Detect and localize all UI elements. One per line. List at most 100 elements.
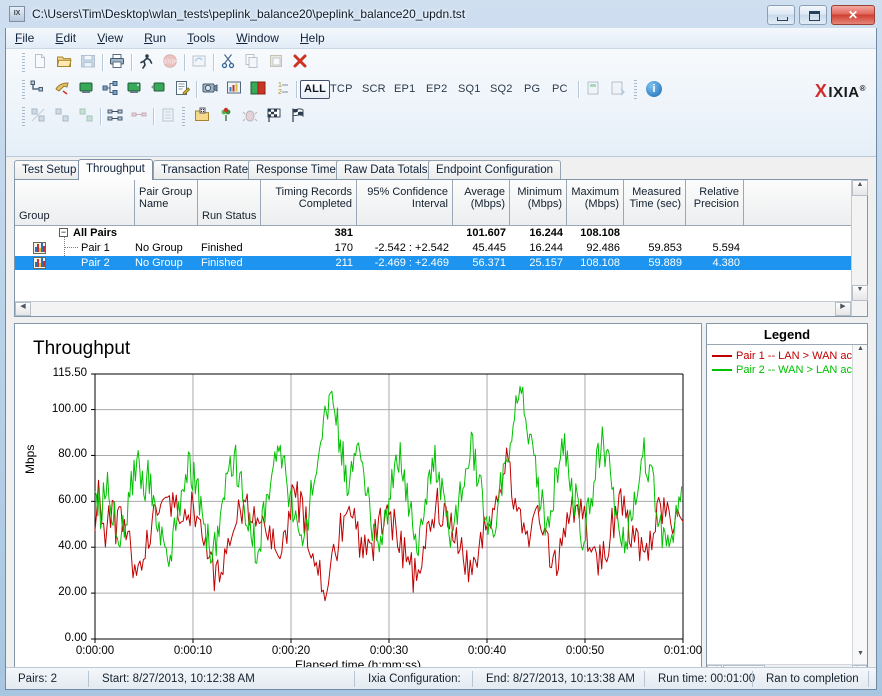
align-right-icon[interactable]: [76, 107, 96, 127]
grid-horizontal-scrollbar[interactable]: ◀ ▶: [15, 301, 851, 316]
maximize-button[interactable]: [798, 5, 827, 25]
print-icon[interactable]: [107, 53, 127, 73]
edit-script-icon[interactable]: [172, 80, 192, 100]
column-header-run-status[interactable]: Run Status: [198, 180, 261, 225]
column-header-group[interactable]: Group: [15, 180, 135, 225]
filter-sq1-button[interactable]: SQ1: [458, 81, 481, 98]
folder-run-icon[interactable]: [192, 107, 212, 127]
legend-vertical-scrollbar[interactable]: ▲ ▼: [852, 345, 867, 664]
toolbar-grip[interactable]: [22, 53, 25, 72]
distribute-v-icon[interactable]: [129, 107, 149, 127]
filter-scr-button[interactable]: SCR: [362, 81, 386, 98]
menu-tools[interactable]: Tools: [178, 28, 224, 49]
toolbar-separator: [213, 54, 215, 71]
monitor-icon[interactable]: [124, 80, 144, 100]
run-icon[interactable]: [136, 53, 156, 73]
menu-help[interactable]: Help: [291, 28, 334, 49]
legend-item-pair-2[interactable]: Pair 2 -- WAN > LAN acer: [712, 364, 862, 377]
endpoint-pair-icon[interactable]: [28, 80, 48, 100]
network-node-icon[interactable]: [100, 80, 120, 100]
legend-item-pair-1[interactable]: Pair 1 -- LAN > WAN acer: [712, 350, 862, 363]
copy-icon[interactable]: [242, 53, 262, 73]
console-icon[interactable]: [76, 80, 96, 100]
expand-collapse-toggle[interactable]: −: [59, 228, 68, 237]
tab-raw-data-totals[interactable]: Raw Data Totals: [336, 160, 436, 179]
table-row[interactable]: Pair 2 No Group Finished 211 -2.469 : +2…: [15, 256, 867, 270]
tab-transaction-rate[interactable]: Transaction Rate: [153, 160, 257, 179]
column-header-timing-records[interactable]: Timing Records Completed: [261, 180, 357, 225]
cut-icon[interactable]: [218, 53, 238, 73]
delete-icon[interactable]: [290, 53, 310, 73]
column-header-measured-time[interactable]: Measured Time (sec): [624, 180, 686, 225]
flag-icon[interactable]: [264, 107, 284, 127]
table-row[interactable]: − All Pairs 381 101.607 16.244 108.108: [15, 226, 867, 240]
align-left-icon[interactable]: [28, 107, 48, 127]
column-header-filler: [744, 180, 851, 225]
new-document-icon[interactable]: [30, 53, 50, 73]
list-icon[interactable]: [158, 107, 178, 127]
throughput-chart-panel: Throughput Mbps Elapsed time (h:mm:ss) 0…: [14, 323, 702, 681]
toolbar-grip[interactable]: [182, 107, 185, 126]
column-header-average[interactable]: Average (Mbps): [453, 180, 510, 225]
finish-flag-icon[interactable]: [288, 107, 308, 127]
minimize-button[interactable]: [766, 5, 795, 25]
scroll-up-button[interactable]: ▲: [852, 180, 868, 196]
filter-tcp-button[interactable]: TCP: [330, 81, 353, 98]
tab-endpoint-configuration[interactable]: Endpoint Configuration: [428, 160, 561, 179]
filter-sq2-button[interactable]: SQ2: [490, 81, 513, 98]
close-button[interactable]: ✕: [831, 5, 875, 25]
paste-icon[interactable]: [266, 53, 286, 73]
tab-response-time[interactable]: Response Time: [248, 160, 344, 179]
toolbar-grip[interactable]: [22, 107, 25, 126]
column-header-relative-precision[interactable]: Relative Precision: [686, 180, 744, 225]
filter-pg-button[interactable]: PG: [524, 81, 540, 98]
camera-icon[interactable]: [200, 80, 220, 100]
import-icon[interactable]: [608, 80, 628, 100]
menu-view[interactable]: View: [88, 28, 132, 49]
filter-ep1-button[interactable]: EP1: [394, 81, 415, 98]
numbering-icon[interactable]: 12: [272, 80, 292, 100]
column-header-maximum[interactable]: Maximum (Mbps): [567, 180, 624, 225]
toolbar-grip[interactable]: [22, 80, 25, 99]
menu-run[interactable]: Run: [135, 28, 175, 49]
open-folder-icon[interactable]: [54, 53, 74, 73]
bug-icon[interactable]: [240, 107, 260, 127]
info-icon[interactable]: i: [646, 81, 662, 97]
filter-pc-button[interactable]: PC: [552, 81, 568, 98]
tab-test-setup[interactable]: Test Setup: [14, 160, 85, 179]
table-row[interactable]: Pair 1 No Group Finished 170 -2.542 : +2…: [15, 241, 867, 255]
connect-icon[interactable]: [52, 80, 72, 100]
menu-window[interactable]: Window: [227, 28, 288, 49]
legend-scroll-up-button[interactable]: ▲: [853, 345, 868, 359]
monitor-alt-icon[interactable]: [148, 80, 168, 100]
align-center-icon[interactable]: [52, 107, 72, 127]
column-header-minimum[interactable]: Minimum (Mbps): [510, 180, 567, 225]
column-header-confidence-interval[interactable]: 95% Confidence Interval: [357, 180, 453, 225]
legend-scroll-down-button[interactable]: ▼: [853, 650, 868, 664]
pin-icon[interactable]: [216, 107, 236, 127]
cell-measured-time: 59.853: [648, 242, 682, 254]
cell-confidence-interval: -2.542 : +2.542: [374, 242, 449, 254]
tab-throughput[interactable]: Throughput: [78, 159, 153, 180]
toolbar-grip[interactable]: [634, 80, 637, 99]
refresh-icon[interactable]: [189, 53, 209, 73]
column-header-pair-group-name[interactable]: Pair Group Name: [135, 180, 198, 225]
save-icon[interactable]: [78, 53, 98, 73]
menu-edit[interactable]: Edit: [46, 28, 85, 49]
menu-file[interactable]: FFileile: [6, 28, 43, 49]
compare-icon[interactable]: [248, 80, 268, 100]
chart-icon[interactable]: [224, 80, 244, 100]
filter-ep2-button[interactable]: EP2: [426, 81, 447, 98]
cell-maximum: 92.486: [586, 242, 620, 254]
scroll-left-button[interactable]: ◀: [15, 302, 31, 316]
scroll-right-button[interactable]: ▶: [835, 302, 851, 316]
toolbar-separator: [102, 54, 104, 71]
legend-label: Pair 2 -- WAN > LAN acer: [736, 364, 862, 376]
stop-icon[interactable]: STOP: [160, 53, 180, 73]
scroll-down-button[interactable]: ▼: [852, 285, 868, 301]
filter-all-button[interactable]: ALL: [300, 80, 330, 99]
export-icon[interactable]: [584, 80, 604, 100]
distribute-h-icon[interactable]: [105, 107, 125, 127]
application-window: IX C:\Users\Tim\Desktop\wlan_tests\pepli…: [0, 0, 882, 696]
grid-vertical-scrollbar[interactable]: ▲ ▼: [851, 180, 868, 316]
